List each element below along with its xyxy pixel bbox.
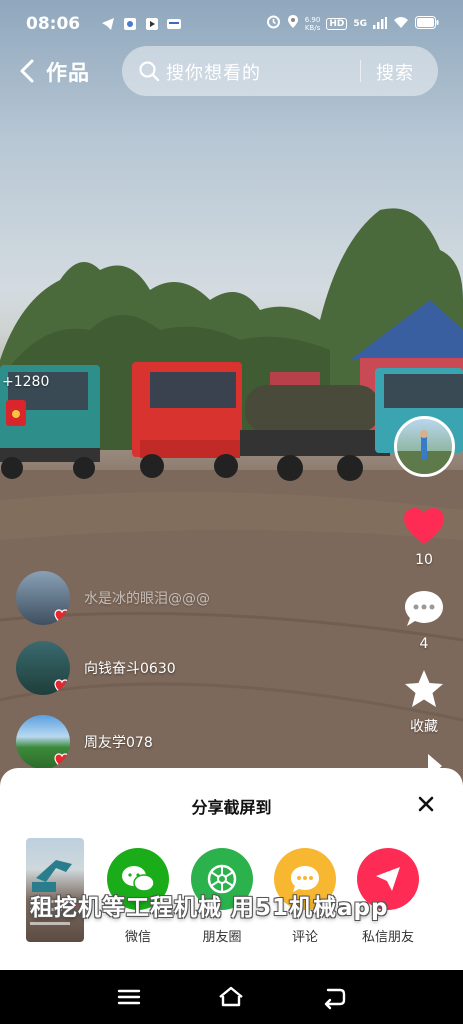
comment-count: 4: [419, 636, 429, 652]
red-packet-icon[interactable]: [6, 400, 26, 426]
share-sheet-title: 分享截屏到: [191, 798, 272, 817]
avatar: [16, 641, 70, 695]
play-notification-icon: [144, 16, 160, 32]
search-button[interactable]: 搜索: [376, 59, 414, 85]
back-button[interactable]: [14, 56, 44, 86]
share-label: 私信朋友: [361, 930, 414, 945]
gift-user-name: 水是冰的眼泪@@@: [84, 591, 210, 607]
search-icon: [139, 61, 160, 82]
top-bar: 作品 搜你想看的 搜索: [0, 44, 463, 98]
app-notification-icon: [122, 16, 138, 32]
comment-button[interactable]: 4: [394, 588, 454, 652]
hd-badge: HD: [326, 17, 348, 30]
author-avatar[interactable]: [394, 416, 455, 477]
like-button[interactable]: 10: [394, 506, 454, 568]
star-icon: [405, 670, 443, 707]
favorite-label: 收藏: [410, 719, 438, 735]
like-count: 10: [415, 552, 433, 568]
back-icon: [324, 988, 346, 1010]
network-type: 5G: [353, 18, 367, 29]
gift-user-row[interactable]: 水是冰的眼泪@@@: [16, 570, 210, 626]
menu-icon: [117, 989, 141, 1005]
comment-icon: [405, 591, 443, 626]
share-label: 评论: [291, 930, 318, 945]
heart-icon: [54, 609, 70, 625]
signal-icon: [373, 14, 387, 33]
avatar: [16, 571, 70, 625]
favorite-button[interactable]: 收藏: [394, 668, 454, 736]
speed-unit: KB/s: [304, 23, 321, 32]
heart-icon: [404, 508, 444, 544]
speed-value: 6.90: [304, 15, 321, 24]
telegram-icon: [100, 16, 116, 32]
truck-red: [132, 362, 242, 478]
network-speed: 6.90 KB/s: [305, 16, 321, 32]
avatar-image: [397, 430, 452, 474]
page-title: 作品: [46, 61, 90, 85]
status-time: 08:06: [26, 14, 81, 34]
home-icon: [219, 986, 243, 1007]
heart-icon: [54, 679, 70, 695]
search-divider: [360, 60, 361, 82]
system-icons: 6.90 KB/s HD 5G: [266, 14, 439, 33]
share-button[interactable]: [394, 748, 454, 768]
system-nav-bar: [0, 970, 463, 1024]
video-caption-overlay: 租挖机等工程机械 用51机械app: [30, 895, 389, 921]
search-placeholder: 搜你想看的: [166, 63, 261, 84]
gift-user-row[interactable]: 向钱奋斗0630: [16, 640, 176, 696]
close-icon: [418, 796, 434, 812]
back-nav-button[interactable]: [320, 984, 348, 1010]
tanker-truck: [240, 385, 390, 481]
status-bar: 08:06 6.90 KB/s HD 5G: [0, 0, 463, 48]
menu-button[interactable]: [115, 984, 143, 1010]
notification-icons: [100, 16, 182, 32]
close-button[interactable]: [414, 792, 438, 816]
bank-notification-icon: [166, 16, 182, 32]
share-label: 微信: [124, 930, 151, 945]
location-icon: [287, 14, 299, 33]
gift-user-row[interactable]: 周友学078: [16, 714, 153, 770]
search-input[interactable]: 搜你想看的 搜索: [122, 46, 438, 96]
home-button[interactable]: [217, 984, 245, 1010]
alarm-icon: [266, 14, 281, 33]
gift-user-name: 向钱奋斗0630: [84, 661, 176, 677]
heart-icon: [54, 753, 70, 769]
chevron-left-icon: [20, 59, 34, 83]
battery-icon: [415, 14, 439, 33]
reward-count: +1280: [2, 374, 50, 390]
gift-user-name: 周友学078: [84, 735, 153, 751]
wifi-icon: [393, 14, 409, 33]
avatar: [16, 715, 70, 769]
share-sheet: 分享截屏到 微信 朋友圈 评论 私信朋友: [0, 768, 463, 970]
share-label: 朋友圈: [202, 930, 242, 945]
share-arrow-icon: [428, 754, 442, 768]
